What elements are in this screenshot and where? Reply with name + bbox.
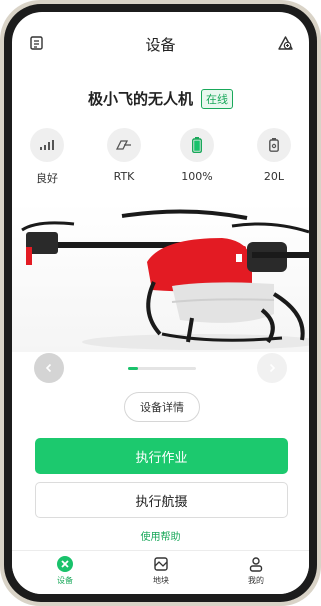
stat-rtk: RTK <box>94 128 154 183</box>
help-link[interactable]: 使用帮助 <box>12 528 309 543</box>
chevron-right-icon <box>267 363 277 373</box>
tab-label: 我的 <box>248 576 264 585</box>
stat-label: 20L <box>263 170 285 183</box>
stat-tank: 20L <box>244 128 304 183</box>
execute-survey-button[interactable]: 执行航摄 <box>35 482 288 518</box>
device-frame: 设备 极小飞的无人机 在线 良好 RTK 100% 20L 设备详情 执行作业 … <box>0 0 321 606</box>
tank-icon <box>257 128 291 162</box>
map-tab-icon <box>152 555 170 573</box>
user-tab-icon <box>247 555 265 573</box>
device-details-button[interactable]: 设备详情 <box>124 392 200 422</box>
prev-arrow-button[interactable] <box>34 353 64 383</box>
add-device-icon[interactable] <box>274 32 296 54</box>
carousel-indicator <box>128 367 196 370</box>
page-title: 设备 <box>145 36 176 54</box>
rtk-icon <box>107 128 141 162</box>
execute-task-button[interactable]: 执行作业 <box>35 438 288 474</box>
tab-field[interactable]: 地块 <box>136 555 186 586</box>
stat-battery: 100% <box>167 128 227 183</box>
stat-label: RTK <box>113 170 135 183</box>
carousel-indicator-active <box>128 367 138 370</box>
stat-label: 100% <box>181 170 213 183</box>
drone-name: 极小飞的无人机 <box>87 90 193 108</box>
tab-label: 设备 <box>57 576 73 585</box>
bottom-tab-bar: 设备 地块 我的 <box>12 550 309 594</box>
app-screen: 设备 极小飞的无人机 在线 良好 RTK 100% 20L 设备详情 执行作业 … <box>12 12 309 594</box>
status-stats: 良好 RTK 100% 20L <box>12 128 309 186</box>
battery-icon <box>180 128 214 162</box>
chevron-left-icon <box>44 363 54 373</box>
stat-label: 良好 <box>36 172 58 185</box>
tab-label: 地块 <box>153 576 169 585</box>
drone-name-row: 极小飞的无人机 在线 <box>12 88 309 109</box>
tab-profile[interactable]: 我的 <box>231 555 281 586</box>
stat-signal: 良好 <box>17 128 77 186</box>
signal-icon <box>30 128 64 162</box>
next-arrow-button[interactable] <box>257 353 287 383</box>
tab-device[interactable]: 设备 <box>40 555 90 586</box>
status-badge: 在线 <box>201 88 233 109</box>
device-tab-icon <box>56 555 74 573</box>
drone-image <box>12 202 309 352</box>
top-header: 设备 <box>12 30 309 58</box>
